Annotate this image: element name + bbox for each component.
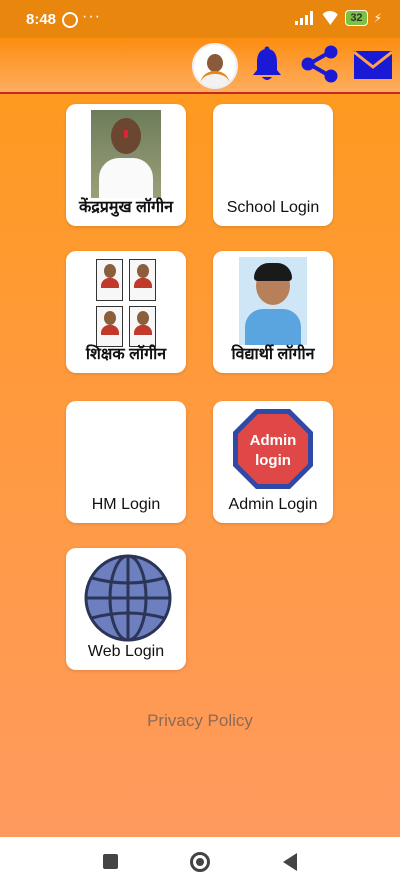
system-nav-bar — [0, 837, 400, 889]
tile-label: शिक्षक लॉगीन — [85, 346, 167, 363]
tile-label: विद्यार्थी लॉगीन — [231, 346, 315, 363]
student-photo — [239, 257, 307, 345]
admin-badge-line1: Admin — [250, 432, 297, 449]
tile-label: School Login — [226, 199, 320, 216]
tile-admin-login[interactable]: Admin login Admin Login — [213, 401, 333, 523]
teachers-collage — [96, 259, 156, 347]
home-icon[interactable] — [190, 852, 210, 872]
globe-icon — [84, 554, 172, 642]
tile-hm-login[interactable]: HM Login — [66, 401, 186, 523]
privacy-policy-link[interactable]: Privacy Policy — [0, 711, 400, 731]
tile-student-login[interactable]: विद्यार्थी लॉगीन — [213, 251, 333, 373]
back-icon[interactable] — [283, 853, 297, 871]
bell-icon[interactable] — [250, 46, 284, 82]
tile-label: HM Login — [91, 496, 161, 513]
signal-icon — [295, 11, 315, 25]
tile-label: Admin Login — [228, 496, 318, 513]
admin-stop-sign-icon: Admin login — [233, 409, 313, 489]
status-time: 8:48 — [26, 11, 57, 28]
recents-icon[interactable] — [103, 854, 118, 869]
tile-teacher-login[interactable]: शिक्षक लॉगीन — [66, 251, 186, 373]
kendrapramukh-photo — [91, 110, 161, 198]
tile-school-login[interactable]: School Login — [213, 104, 333, 226]
status-icons: 32 ⚡ — [295, 10, 382, 26]
tile-kendrapramukh-login[interactable]: केंद्रप्रमुख लॉगीन — [66, 104, 186, 226]
share-icon[interactable] — [300, 45, 340, 83]
tile-label: केंद्रप्रमुख लॉगीन — [78, 199, 173, 216]
wifi-icon — [321, 11, 339, 25]
tile-label: Web Login — [87, 643, 165, 660]
profile-avatar[interactable] — [192, 43, 238, 89]
mail-icon[interactable] — [353, 50, 393, 80]
charging-icon: ⚡ — [373, 11, 382, 25]
tile-web-login[interactable]: Web Login — [66, 548, 186, 670]
more-notifications-icon: ··· — [82, 8, 101, 25]
status-bar: 8:48 ··· 32 ⚡ — [0, 0, 400, 38]
battery-icon: 32 — [345, 10, 368, 26]
admin-badge-line2: login — [255, 452, 291, 469]
whatsapp-icon — [62, 12, 78, 28]
